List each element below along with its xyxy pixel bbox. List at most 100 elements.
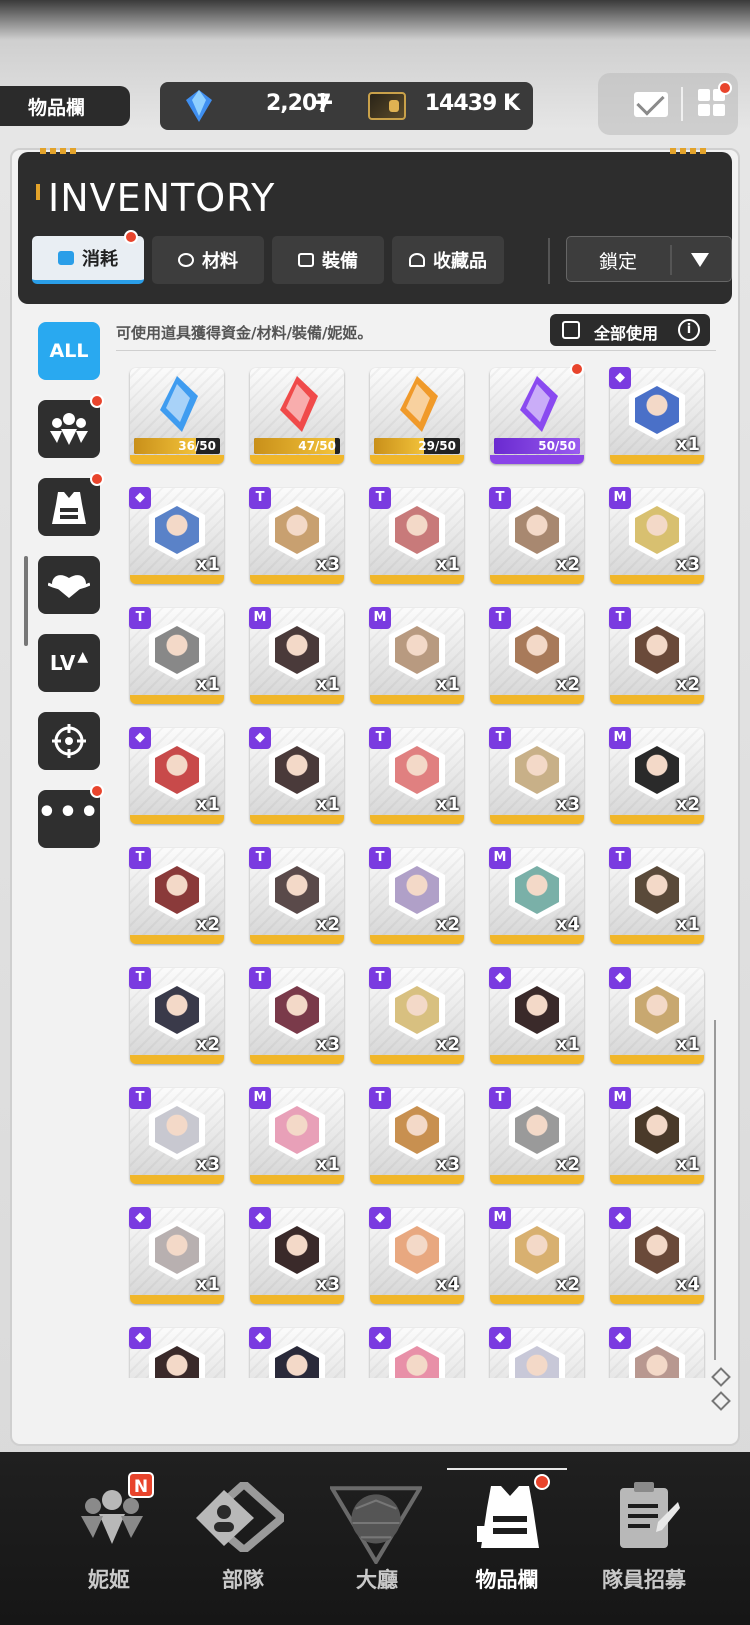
avatar — [275, 506, 319, 554]
class-badge: T — [489, 607, 511, 629]
tab-materials[interactable]: 材料 — [152, 236, 264, 284]
character-item[interactable]: Tx2 — [489, 487, 584, 584]
filter-target[interactable] — [38, 712, 100, 770]
use-all-checkbox[interactable] — [562, 321, 580, 339]
character-item[interactable]: ◆x1 — [609, 967, 704, 1064]
avatar — [515, 746, 559, 794]
nav-nikke[interactable]: N 妮姬 — [44, 1452, 174, 1625]
item-quantity: x2 — [315, 914, 340, 935]
header-stripe — [670, 148, 710, 154]
character-item[interactable]: ◆x1 — [489, 967, 584, 1064]
class-badge: T — [489, 1087, 511, 1109]
avatar — [155, 626, 199, 674]
character-item[interactable]: Mx2 — [609, 727, 704, 824]
scroll-down-icon[interactable] — [711, 1367, 731, 1387]
tab-equipment[interactable]: 裝備 — [272, 236, 384, 284]
character-item[interactable]: Tx3 — [249, 967, 344, 1064]
character-item[interactable]: ◆x1 — [249, 727, 344, 824]
nav-recruit[interactable]: 隊員招募 — [574, 1452, 714, 1625]
character-item[interactable]: ◆ x4 — [609, 1207, 704, 1304]
filter-more[interactable]: ••• — [37, 784, 104, 848]
character-item[interactable]: ◆x1 — [129, 1327, 224, 1378]
filter-all[interactable]: ALL — [38, 322, 100, 380]
character-item[interactable]: ◆ x4 — [369, 1207, 464, 1304]
scrollbar[interactable] — [714, 1020, 716, 1360]
level-up-icon: LV — [49, 651, 76, 675]
add-gems-button[interactable]: + — [310, 85, 335, 120]
class-badge: M — [489, 847, 511, 869]
character-item[interactable]: ◆x1 — [129, 1207, 224, 1304]
mail-icon[interactable] — [634, 92, 668, 117]
character-item[interactable]: Tx2 — [129, 967, 224, 1064]
character-item[interactable]: Tx2 — [489, 1087, 584, 1184]
character-item[interactable]: ◆x1 — [129, 487, 224, 584]
character-item[interactable]: Mx2 — [489, 1207, 584, 1304]
character-portrait — [149, 620, 205, 680]
class-badge: ◆ — [609, 1207, 631, 1229]
crystal-item[interactable]: 36/50 — [130, 368, 224, 464]
crystal-item[interactable]: 47/50 — [250, 368, 344, 464]
nav-inventory[interactable]: 物品欄 — [442, 1452, 572, 1625]
filter-characters[interactable] — [38, 394, 104, 458]
character-item[interactable]: Tx2 — [129, 847, 224, 944]
character-item[interactable]: Tx3 — [129, 1087, 224, 1184]
character-item[interactable]: Tx2 — [369, 847, 464, 944]
character-portrait — [629, 500, 685, 560]
character-item[interactable]: Tx3 — [489, 727, 584, 824]
character-item[interactable]: Tx1 — [369, 727, 464, 824]
nav-lobby[interactable]: 大廳 — [312, 1452, 442, 1625]
character-item[interactable]: Mx1 — [249, 1087, 344, 1184]
scrollbar[interactable] — [24, 556, 28, 646]
consumable-icon — [58, 251, 74, 265]
info-icon[interactable]: i — [678, 319, 700, 341]
character-item[interactable]: Tx1 — [129, 607, 224, 704]
character-item[interactable]: ◆x2 — [369, 1327, 464, 1378]
crystal-item[interactable]: 50/50 — [490, 364, 584, 464]
character-item[interactable]: Tx1 — [369, 487, 464, 584]
avatar — [395, 746, 439, 794]
scroll-down-icon[interactable] — [711, 1391, 731, 1411]
character-item[interactable]: Tx2 — [369, 967, 464, 1064]
character-item[interactable]: Tx1 — [609, 847, 704, 944]
gear-vest-icon — [52, 492, 86, 524]
character-item[interactable]: ◆x2 — [249, 1327, 344, 1378]
character-item[interactable]: Tx2 — [609, 607, 704, 704]
filter-level-up[interactable]: LV ▲ — [38, 634, 100, 692]
character-portrait — [509, 740, 565, 800]
character-item[interactable]: ◆x1 — [129, 727, 224, 824]
divider — [116, 350, 716, 351]
nav-squad[interactable]: 部隊 — [178, 1452, 308, 1625]
character-item[interactable]: Mx3 — [609, 487, 704, 584]
character-portrait — [149, 860, 205, 920]
character-item[interactable]: ◆ x3 — [249, 1207, 344, 1304]
character-item[interactable]: Tx3 — [369, 1087, 464, 1184]
tab-collection[interactable]: 收藏品 — [392, 236, 504, 284]
character-item[interactable]: ◆x1 — [609, 1327, 704, 1378]
lobby-icon — [330, 1486, 422, 1564]
crystal-item[interactable]: 29/50 — [370, 368, 464, 464]
character-item[interactable]: Mx1 — [249, 607, 344, 704]
class-badge: ◆ — [609, 1327, 631, 1349]
character-item[interactable]: Mx4 — [489, 847, 584, 944]
filter-collection[interactable] — [38, 556, 100, 614]
collection-icon — [48, 575, 90, 598]
lock-filter-dropdown[interactable]: 鎖定 — [566, 236, 732, 282]
character-item[interactable]: ◆x1 — [609, 367, 704, 464]
class-badge: M — [369, 607, 391, 629]
character-portrait — [629, 1100, 685, 1160]
character-portrait — [149, 500, 205, 560]
class-badge: ◆ — [249, 1207, 271, 1229]
character-item[interactable]: Tx3 — [249, 487, 344, 584]
character-item[interactable]: Tx2 — [249, 847, 344, 944]
tab-consumables[interactable]: 消耗 — [32, 230, 144, 284]
character-item[interactable]: ◆x1 — [489, 1327, 584, 1378]
character-item[interactable]: Mx1 — [369, 607, 464, 704]
character-portrait — [389, 860, 445, 920]
filter-gear[interactable] — [38, 472, 104, 536]
crystal-icon — [520, 376, 558, 432]
character-item[interactable]: Tx2 — [489, 607, 584, 704]
use-all-button[interactable]: 全部使用 i — [550, 314, 710, 346]
item-quantity: x4 — [555, 914, 580, 935]
character-item[interactable]: Mx1 — [609, 1087, 704, 1184]
character-portrait — [269, 1340, 325, 1378]
